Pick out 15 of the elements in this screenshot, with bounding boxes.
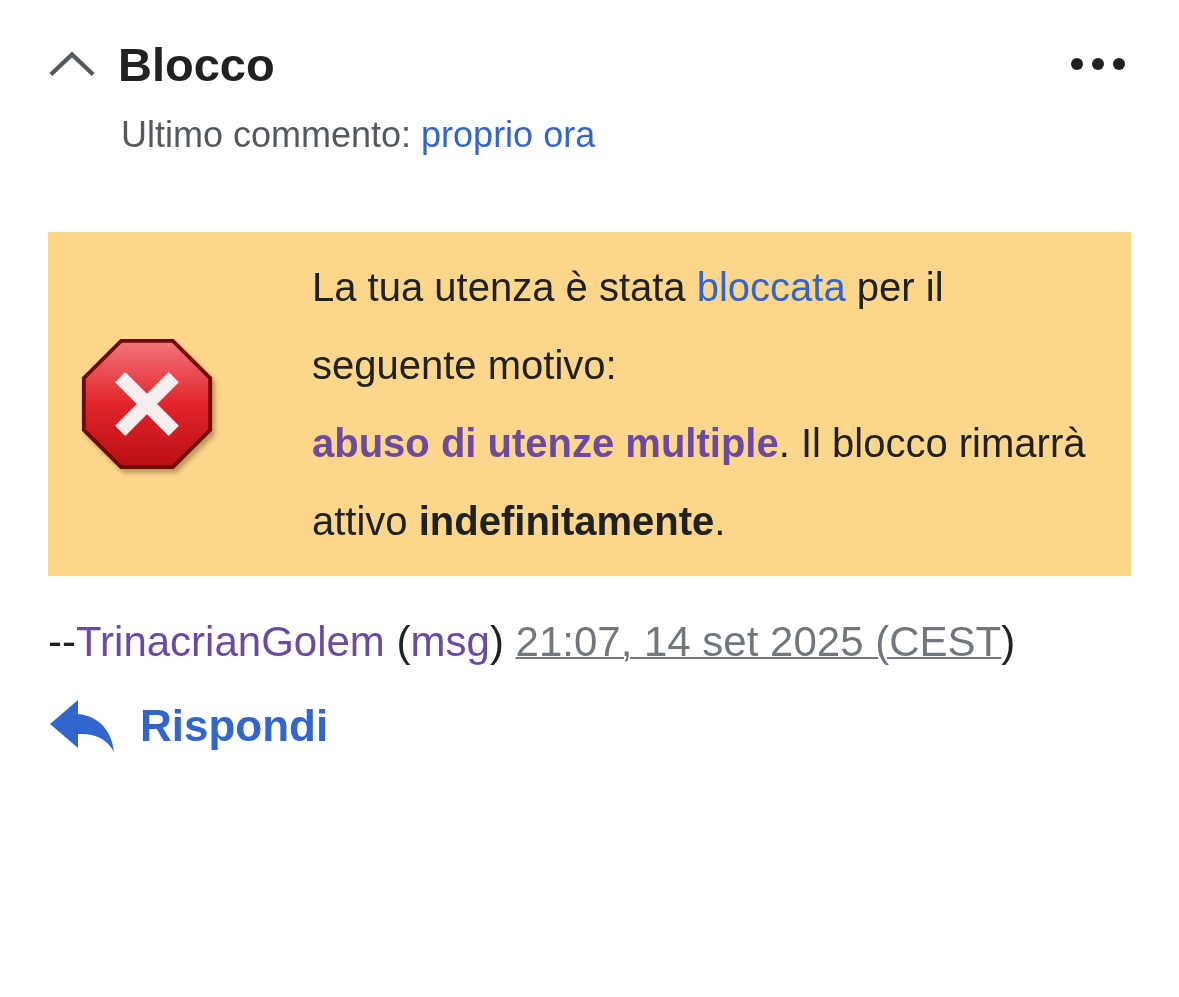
user-link[interactable]: msg [410,618,490,665]
reply-button[interactable]: Rispondi [48,698,329,754]
error-stop-icon [80,337,214,471]
last-comment-link[interactable]: proprio ora [421,114,596,155]
reply-arrow-icon [48,698,116,754]
section-title: Blocco [118,36,276,92]
collapse-chevron-icon[interactable] [48,49,96,79]
last-comment-label: Ultimo commento: [121,114,413,155]
block-message: La tua utenza è stata bloccata per il seguente motivo: abuso di utenze multiple. Il blocco rimarrà attivo indefinitamente. [312,264,1087,545]
signature-line: --TrinacrianGolem (msg) 21:07, 14 set 2025 (CEST) [48,617,1017,667]
wiki-link[interactable]: bloccata [696,265,846,309]
wiki-link[interactable]: abuso di utenze multiple [312,421,779,465]
more-options-icon[interactable] [1070,57,1126,71]
timestamp-link[interactable]: 21:07, 14 set 2025 (CEST [515,618,1002,665]
user-link[interactable]: TrinacrianGolem [76,618,385,665]
